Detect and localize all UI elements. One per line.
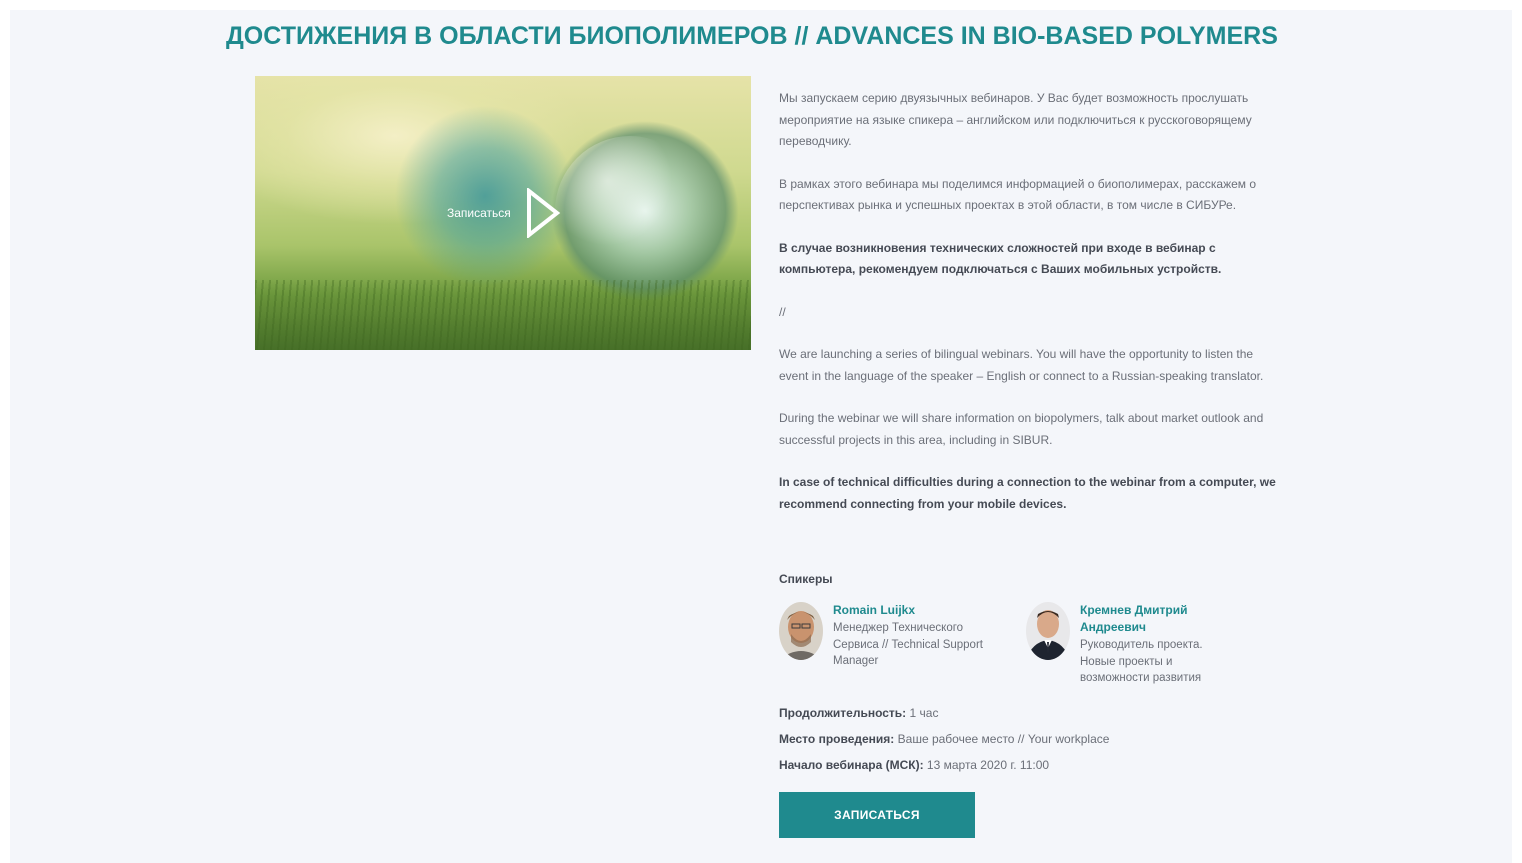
language-separator: // xyxy=(779,304,786,319)
description-ru-paragraph-2: В рамках этого вебинара мы поделимся инф… xyxy=(779,176,1257,213)
speaker-card: Кремнев Дмитрий Андреевич Руководитель п… xyxy=(1026,602,1246,697)
speaker-photo-1 xyxy=(779,602,823,660)
start-time-label: Начало вебинара (МСК): xyxy=(779,758,924,772)
speaker-role: Руководитель проекта. Новые проекты и во… xyxy=(1080,639,1203,684)
description-en-paragraph-1: We are launching a series of bilingual w… xyxy=(779,347,1264,383)
avatar xyxy=(779,602,823,660)
description-ru-technical-note: В случае возникновения технических сложн… xyxy=(779,240,1222,277)
description-block: Мы запускаем серию двуязычных вебинаров.… xyxy=(779,88,1279,536)
venue-value: Ваше рабочее место // Your workplace xyxy=(897,732,1110,746)
description-ru-paragraph-1: Мы запускаем серию двуязычных вебинаров.… xyxy=(779,91,1252,148)
description-en-paragraph-2: During the webinar we will share informa… xyxy=(779,411,1264,447)
speaker-role: Менеджер Технического Сервиса // Technic… xyxy=(833,622,983,667)
duration-label: Продолжительность: xyxy=(779,706,907,720)
video-preview[interactable]: Записаться xyxy=(255,76,751,350)
venue-row: Место проведения: Ваше рабочее место // … xyxy=(779,732,1109,746)
hero-signup-label[interactable]: Записаться xyxy=(447,206,511,220)
speaker-card: Romain Luijkx Менеджер Технического Серв… xyxy=(779,602,999,697)
speaker-photo-2 xyxy=(1026,602,1070,660)
page-container: ДОСТИЖЕНИЯ В ОБЛАСТИ БИОПОЛИМЕРОВ // ADV… xyxy=(10,10,1512,863)
duration-value: 1 час xyxy=(909,706,939,720)
venue-label: Место проведения: xyxy=(779,732,895,746)
start-time-value: 13 марта 2020 г. 11:00 xyxy=(926,758,1050,772)
description-en-technical-note: In case of technical difficulties during… xyxy=(779,475,1276,511)
speaker-name[interactable]: Кремнев Дмитрий Андреевич xyxy=(1080,602,1230,636)
speakers-heading: Спикеры xyxy=(779,572,833,586)
speaker-name[interactable]: Romain Luijkx xyxy=(833,602,983,619)
globe-image-highlight xyxy=(555,136,705,286)
page-title: ДОСТИЖЕНИЯ В ОБЛАСТИ БИОПОЛИМЕРОВ // ADV… xyxy=(226,22,1278,50)
play-icon[interactable] xyxy=(525,188,561,238)
signup-button[interactable]: ЗАПИСАТЬСЯ xyxy=(779,792,975,838)
avatar xyxy=(1026,602,1070,660)
grass-image-area xyxy=(255,280,751,350)
duration-row: Продолжительность: 1 час xyxy=(779,706,938,720)
start-time-row: Начало вебинара (МСК): 13 марта 2020 г. … xyxy=(779,758,1049,772)
